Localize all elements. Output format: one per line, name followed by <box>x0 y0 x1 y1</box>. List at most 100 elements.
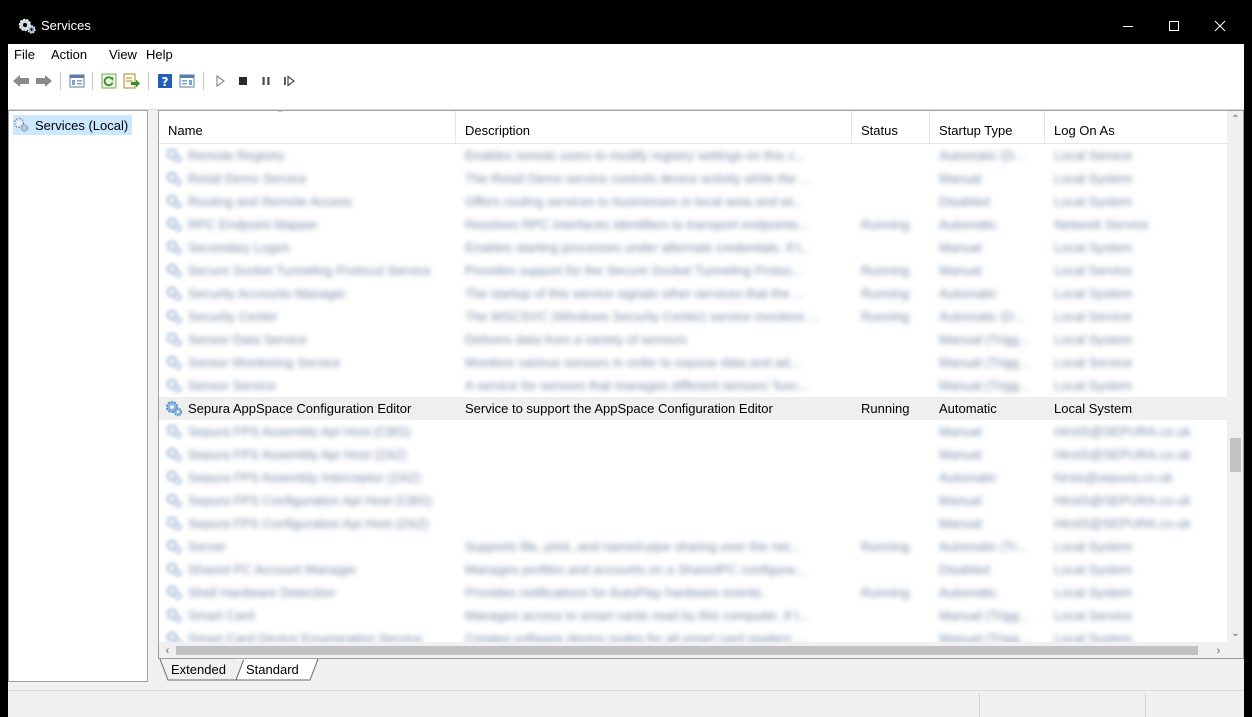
cell-startup-type: Disabled <box>939 562 990 577</box>
menu-file[interactable]: File <box>14 47 35 62</box>
stop-service-button[interactable] <box>232 70 254 92</box>
cell-description: Manages profiles and accounts on a Share… <box>465 562 806 577</box>
view-tabs: Extended Standard <box>158 659 1244 683</box>
cell-name: Security Accounts Manager <box>188 286 347 301</box>
service-row[interactable]: Server Supports file, print, and named-pi… <box>159 535 1227 558</box>
maximize-button[interactable] <box>1151 7 1197 44</box>
services-window: Services File Action View Help ? Service… <box>8 7 1244 717</box>
cell-log-on-as: Local System <box>1054 286 1133 301</box>
scroll-down-icon[interactable]: ⌄ <box>1227 625 1243 642</box>
help-button[interactable]: ? <box>154 70 176 92</box>
cell-name: Smart Card <box>188 608 255 623</box>
cell-startup-type: Manual <box>939 424 982 439</box>
cell-name: Sepura FPS Assembly Api Host (ZAZ) <box>188 447 407 462</box>
service-row[interactable]: Retail Demo Service The Retail Demo servi… <box>159 167 1227 190</box>
column-status[interactable]: Status <box>852 111 930 144</box>
service-gear-icon <box>165 607 183 624</box>
cell-status: Running <box>861 263 910 278</box>
service-row[interactable]: Sepura FPS Assembly Api Host (ZAZ) Manual… <box>159 443 1227 466</box>
service-row[interactable]: Sepura FPS Assembly Api Host (CBG) Manual… <box>159 420 1227 443</box>
cell-description: The Retail Demo service controls device … <box>465 171 811 186</box>
menu-help[interactable]: Help <box>146 47 173 62</box>
service-row[interactable]: Sepura FPS Configuration Api Host (ZAZ) M… <box>159 512 1227 535</box>
column-description[interactable]: Description <box>456 111 852 144</box>
service-row[interactable]: Routing and Remote Access Offers routing … <box>159 190 1227 213</box>
cell-log-on-as: Local System <box>1054 240 1133 255</box>
close-button[interactable] <box>1197 7 1243 44</box>
back-button[interactable] <box>10 70 32 92</box>
service-row[interactable]: Remote Registry Enables remote users to m… <box>159 144 1227 167</box>
title-bar[interactable]: Services <box>8 7 1244 44</box>
restart-service-button[interactable] <box>278 70 300 92</box>
status-divider <box>1145 693 1146 717</box>
service-row[interactable]: Sepura FPS Assembly Interceptor (ZAZ) Aut… <box>159 466 1227 489</box>
minimize-button[interactable] <box>1105 7 1151 44</box>
cell-description: Supports file, print, and named-pipe sha… <box>465 539 801 554</box>
cell-status: Running <box>861 286 910 301</box>
cell-name: Sensor Data Service <box>188 332 308 347</box>
cell-log-on-as: Local System <box>1054 332 1133 347</box>
service-row[interactable]: Sensor Monitoring Service Monitors variou… <box>159 351 1227 374</box>
toolbar-separator <box>203 72 204 90</box>
stop-icon <box>239 77 247 85</box>
column-startup-type[interactable]: Startup Type <box>930 111 1045 144</box>
menu-view[interactable]: View <box>109 47 137 62</box>
service-row[interactable]: Secure Socket Tunneling Protocol Service… <box>159 259 1227 282</box>
toolbar-separator <box>92 72 93 90</box>
service-row[interactable]: Sensor Service A service for sensors that… <box>159 374 1227 397</box>
cell-name: Shell Hardware Detection <box>188 585 336 600</box>
service-row[interactable]: Sepura AppSpace Configuration Editor Serv… <box>159 397 1227 420</box>
cell-description: Enables starting processes under alterna… <box>465 240 812 255</box>
vertical-scrollbar[interactable]: ⌃ ⌄ <box>1227 111 1243 642</box>
export-list-button[interactable] <box>121 70 143 92</box>
forward-button[interactable] <box>33 70 55 92</box>
show-hide-action-pane-button[interactable] <box>176 70 198 92</box>
column-log-on-as[interactable]: Log On As <box>1045 111 1227 144</box>
vertical-scroll-thumb[interactable] <box>1230 438 1241 472</box>
cell-name: Sepura FPS Assembly Interceptor (ZAZ) <box>188 470 421 485</box>
horizontal-scrollbar[interactable]: ‹ › <box>159 642 1227 658</box>
toolbar: ? <box>8 66 1244 110</box>
pause-icon <box>262 77 270 85</box>
service-row[interactable]: RPC Endpoint Mapper Resolves RPC interfac… <box>159 213 1227 236</box>
tab-extended[interactable]: Extended <box>171 662 226 684</box>
scroll-left-icon[interactable]: ‹ <box>159 642 176 658</box>
service-gear-icon <box>165 193 183 210</box>
service-gear-icon <box>165 446 183 463</box>
cell-startup-type: Automatic <box>939 217 997 232</box>
menu-action[interactable]: Action <box>51 47 87 62</box>
cell-name: Remote Registry <box>188 148 285 163</box>
forward-arrow-icon <box>36 75 52 87</box>
service-row[interactable]: Shell Hardware Detection Provides notific… <box>159 581 1227 604</box>
column-label: Startup Type <box>939 123 1013 138</box>
start-service-button[interactable] <box>209 70 231 92</box>
column-name[interactable]: Name ⌃ <box>159 111 456 144</box>
service-row[interactable]: Secondary Logon Enables starting processe… <box>159 236 1227 259</box>
column-header: Name ⌃ Description Status Startup Type L… <box>159 111 1227 144</box>
refresh-button[interactable] <box>98 70 120 92</box>
service-row[interactable]: Shared PC Account Manager Manages profile… <box>159 558 1227 581</box>
cell-status: Running <box>861 585 910 600</box>
services-gear-icon <box>13 117 29 132</box>
column-label: Status <box>861 123 898 138</box>
service-row[interactable]: Smart Card Manages access to smart cards … <box>159 604 1227 627</box>
tree-item-services-local[interactable]: Services (Local) <box>13 115 133 135</box>
cell-status: Running <box>861 401 910 416</box>
service-row[interactable]: Sensor Data Service Delivers data from a … <box>159 328 1227 351</box>
show-hide-console-tree-button[interactable] <box>66 70 88 92</box>
service-row[interactable]: Sepura FPS Configuration Api Host (CBG) M… <box>159 489 1227 512</box>
cell-name: Sepura AppSpace Configuration Editor <box>188 401 412 416</box>
service-row[interactable]: Security Accounts Manager The startup of … <box>159 282 1227 305</box>
cell-startup-type: Automatic (Tr... <box>939 539 1027 554</box>
scroll-up-icon[interactable]: ⌃ <box>1227 111 1243 128</box>
tab-standard[interactable]: Standard <box>246 662 299 684</box>
cell-log-on-as: Local System <box>1054 378 1133 393</box>
cell-log-on-as: HirstS@SEPURA.co.uk <box>1054 424 1191 439</box>
cell-log-on-as: Local Service <box>1054 148 1133 163</box>
service-row[interactable]: Security Center The WSCSVC (Windows Secur… <box>159 305 1227 328</box>
horizontal-scroll-thumb[interactable] <box>176 646 1198 655</box>
export-list-icon <box>123 73 140 89</box>
scroll-right-icon[interactable]: › <box>1210 642 1227 658</box>
pause-service-button[interactable] <box>255 70 277 92</box>
cell-startup-type: Manual (Trigg... <box>939 378 1030 393</box>
